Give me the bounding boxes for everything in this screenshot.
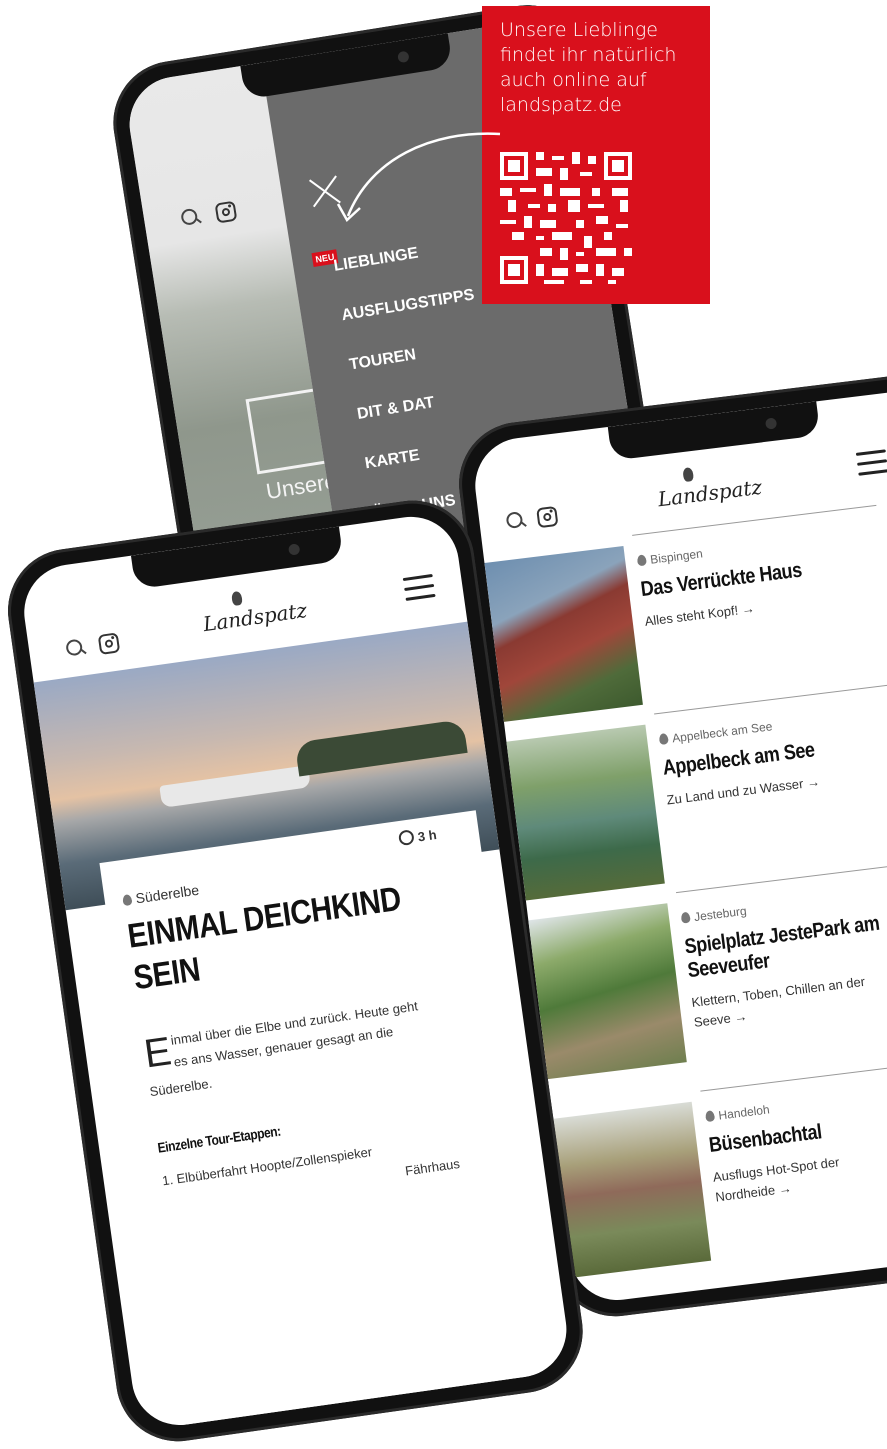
entry-location: Appelbeck am See xyxy=(658,719,773,747)
hamburger-menu-icon[interactable] xyxy=(402,573,437,608)
site-logo[interactable]: Landspatz xyxy=(202,598,309,636)
entry-thumbnail xyxy=(484,545,643,722)
menu-instagram-wrap[interactable] xyxy=(214,200,239,229)
entry-location-text: Bispingen xyxy=(649,546,704,567)
location-pin-icon xyxy=(122,894,133,907)
entry-title[interactable]: Appelbeck am See xyxy=(661,738,816,780)
location-pin-icon xyxy=(680,911,691,924)
tour-title-line2: SEIN xyxy=(131,950,203,998)
camera-icon xyxy=(764,417,778,430)
camera-icon xyxy=(397,50,410,64)
list-item[interactable]: Handeloh Büsenbachtal Ausflugs Hot-Spot … xyxy=(552,1059,887,1289)
entry-location-text: Appelbeck am See xyxy=(671,719,774,746)
entry-teaser[interactable]: Ausflugs Hot-Spot der xyxy=(712,1154,840,1184)
entry-title[interactable]: Büsenbachtal xyxy=(708,1120,823,1158)
menu-search-icon-wrap[interactable] xyxy=(179,206,203,234)
location-pin-icon xyxy=(704,1110,716,1123)
entry-location: Bispingen xyxy=(636,546,704,568)
list-search-wrap[interactable] xyxy=(504,510,527,537)
phone-notch xyxy=(130,526,344,590)
camera-icon xyxy=(287,543,301,556)
instagram-icon[interactable] xyxy=(536,505,559,529)
entry-location: Handeloh xyxy=(704,1102,771,1124)
curved-arrow-icon xyxy=(336,132,501,222)
phone-notch xyxy=(607,401,821,461)
tour-search-wrap[interactable] xyxy=(64,637,87,665)
entry-location: Jesteburg xyxy=(680,904,747,926)
site-logo[interactable]: Landspatz xyxy=(657,475,764,512)
stage-item: Fährhaus xyxy=(404,1155,461,1179)
entry-location-text: Handeloh xyxy=(717,1102,771,1123)
bird-logo-icon xyxy=(231,590,243,607)
tour-content-card: 3 h Süderelbe EINMAL DEICHKIND SEIN E in… xyxy=(99,810,560,1432)
tour-location-text: Süderelbe xyxy=(134,881,201,907)
menu-item-ausflugstipps[interactable]: AUSFLUGSTIPPS xyxy=(340,286,475,325)
entry-teaser[interactable]: Alles steht Kopf! → xyxy=(644,601,756,629)
location-pin-icon xyxy=(658,732,669,746)
search-icon[interactable] xyxy=(179,206,202,229)
tour-instagram-wrap[interactable] xyxy=(97,632,121,660)
entry-thumbnail xyxy=(552,1101,712,1278)
instagram-icon[interactable] xyxy=(214,200,238,224)
stages-heading: Einzelne Tour-Etappen: xyxy=(156,1122,282,1156)
list-instagram-wrap[interactable] xyxy=(536,505,559,533)
tour-location: Süderelbe xyxy=(122,882,200,909)
duration-badge: 3 h xyxy=(397,826,438,847)
promo-line: Unsere Lieblinge xyxy=(500,19,658,41)
entry-teaser-line2[interactable]: Nordheide → xyxy=(715,1180,793,1204)
entry-teaser[interactable]: Zu Land und zu Wasser → xyxy=(666,774,821,808)
location-pin-icon xyxy=(636,554,647,567)
search-icon[interactable] xyxy=(64,637,87,660)
entry-teaser-line2[interactable]: Seeve → xyxy=(693,1008,748,1029)
menu-item-karte[interactable]: KARTE xyxy=(364,447,421,473)
entry-thumbnail xyxy=(506,724,665,901)
promo-text: Unsere Lieblinge findet ihr natürlich au… xyxy=(500,18,676,118)
bird-logo-icon xyxy=(682,466,695,483)
intro-line: Süderelbe. xyxy=(148,1075,214,1100)
search-icon[interactable] xyxy=(504,510,526,532)
menu-item-touren[interactable]: TOUREN xyxy=(348,346,417,374)
menu-item-lieblinge[interactable]: LIEBLINGE xyxy=(332,245,419,276)
list-item[interactable]: Bispingen Das Verrückte Haus Alles steht… xyxy=(484,504,887,734)
menu-item-dit-dat[interactable]: DIT & DAT xyxy=(356,394,436,424)
ferry-shape xyxy=(159,765,311,808)
promo-line: findet ihr natürlich xyxy=(500,44,677,66)
promo-line: auch online auf xyxy=(500,69,647,91)
treeline-shape xyxy=(294,719,468,777)
instagram-icon[interactable] xyxy=(97,632,121,655)
duration-text: 3 h xyxy=(416,827,438,845)
clock-icon xyxy=(397,829,415,847)
promo-link-text: landspatz.de xyxy=(500,94,622,116)
hamburger-menu-icon[interactable] xyxy=(855,449,887,482)
entry-thumbnail xyxy=(528,903,687,1080)
entry-location-text: Jesteburg xyxy=(693,903,748,925)
